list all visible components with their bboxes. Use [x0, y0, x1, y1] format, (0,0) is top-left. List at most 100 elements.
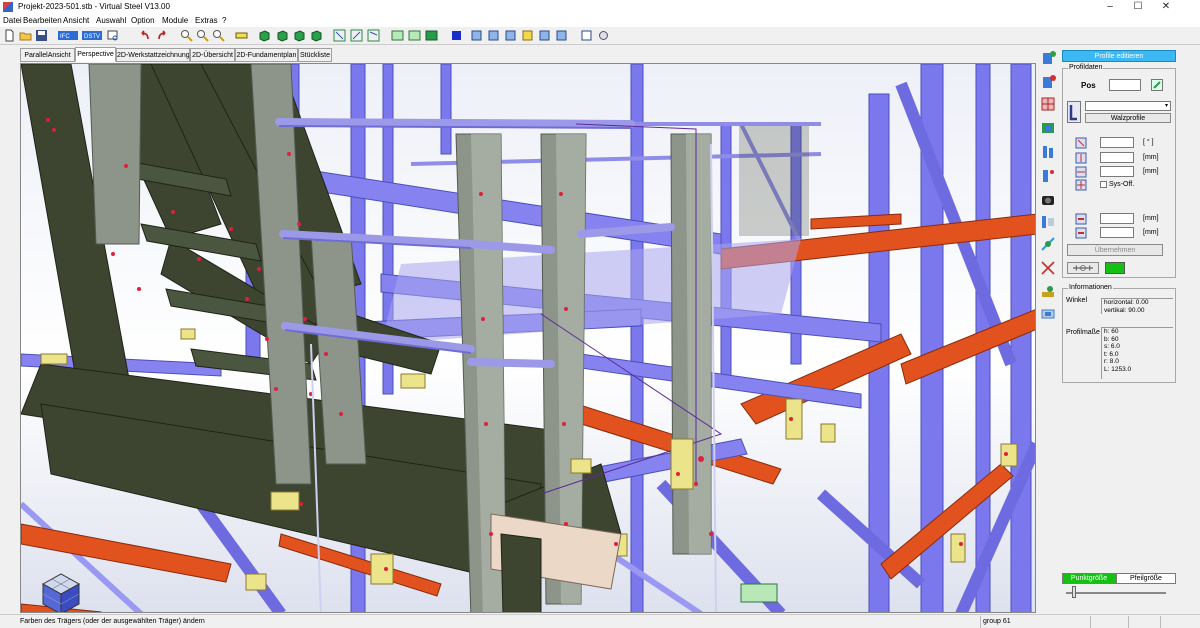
- save-icon[interactable]: [35, 29, 48, 42]
- color-icon[interactable]: [450, 29, 463, 42]
- view-side-icon[interactable]: [350, 29, 363, 42]
- tab-workshop-drawing[interactable]: 2D-Werkstattzeichnung: [116, 48, 190, 62]
- offset-y-icon: [1075, 152, 1087, 164]
- window-3-icon[interactable]: [425, 29, 438, 42]
- sys-off-checkbox[interactable]: [1100, 181, 1107, 188]
- tab-perspective[interactable]: Perspective: [75, 47, 116, 62]
- profile-select[interactable]: ▾: [1085, 101, 1171, 111]
- sys-offset-icon: [1075, 179, 1087, 191]
- 3d-viewport[interactable]: [20, 63, 1036, 613]
- menu-option[interactable]: Option: [131, 16, 155, 25]
- window-1-icon[interactable]: [391, 29, 404, 42]
- layer-icon[interactable]: [1040, 306, 1056, 322]
- rotation-input[interactable]: [1100, 137, 1134, 148]
- tool-1-icon[interactable]: [470, 29, 483, 42]
- menu-extras[interactable]: Extras: [195, 16, 218, 25]
- tab-foundation-plan[interactable]: 2D-Fundamentplan: [235, 48, 298, 62]
- tool-2-icon[interactable]: [487, 29, 500, 42]
- tab-point-size[interactable]: Punktgröße: [1062, 573, 1116, 584]
- chevron-down-icon: ▾: [1164, 103, 1168, 109]
- import-icon[interactable]: IFC: [58, 29, 78, 42]
- unit-mm-label-3: [mm]: [1143, 215, 1159, 222]
- tab-parallel-view[interactable]: ParallelAnsicht: [20, 48, 75, 62]
- maximize-button[interactable]: ☐: [1125, 0, 1151, 14]
- profile-edit-icon[interactable]: [1040, 74, 1056, 90]
- profile-data-label: Profildaten: [1068, 64, 1104, 71]
- steel-model-render[interactable]: [21, 64, 1036, 613]
- tool-7-icon[interactable]: [580, 29, 593, 42]
- status-divider: [1128, 616, 1129, 628]
- profile-data-group: Profildaten Pos ▾ Walzprofile [ ° ] [mm]…: [1062, 64, 1176, 278]
- edit-profile-button[interactable]: Profile editieren: [1062, 50, 1176, 62]
- status-message: Farben des Trägers (oder der ausgewählte…: [20, 618, 205, 625]
- cut-start-input[interactable]: [1100, 213, 1134, 224]
- view-front-icon[interactable]: [333, 29, 346, 42]
- tab-parts-list[interactable]: Stückliste: [298, 48, 332, 62]
- cut-start-icon: [1075, 213, 1087, 225]
- view-iso-1-icon[interactable]: [258, 29, 271, 42]
- rolled-profiles-button[interactable]: Walzprofile: [1085, 113, 1171, 123]
- column-icon[interactable]: [1040, 144, 1056, 160]
- view-iso-4-icon[interactable]: [310, 29, 323, 42]
- angle-label: Winkel: [1066, 297, 1088, 304]
- window-2-icon[interactable]: [408, 29, 421, 42]
- zoom-fit-icon[interactable]: [212, 29, 225, 42]
- menu-datei[interactable]: Datei: [3, 16, 22, 25]
- section-icon[interactable]: [1040, 214, 1056, 230]
- offset-z-input[interactable]: [1100, 166, 1134, 177]
- frame-icon[interactable]: [235, 29, 248, 42]
- menu-ansicht[interactable]: Ansicht: [63, 16, 89, 25]
- export-icon[interactable]: DSTV: [82, 29, 102, 42]
- zoom-out-icon[interactable]: [196, 29, 209, 42]
- open-folder-icon[interactable]: [19, 29, 32, 42]
- title-bar: Projekt-2023-501.stb - Virtual Steel V13…: [0, 0, 1200, 14]
- view-iso-3-icon[interactable]: [293, 29, 306, 42]
- redo-icon[interactable]: [156, 29, 169, 42]
- unit-degree-label: [ ° ]: [1143, 139, 1154, 146]
- information-label: Informationen: [1068, 284, 1113, 291]
- tool-4-icon[interactable]: [521, 29, 534, 42]
- profile-type-icon[interactable]: [1067, 101, 1081, 123]
- color-swatch[interactable]: [1105, 262, 1125, 274]
- offset-y-input[interactable]: [1100, 152, 1134, 163]
- tab-arrow-size[interactable]: Pfeilgröße: [1116, 573, 1176, 584]
- weld-icon[interactable]: [1040, 284, 1056, 300]
- tool-6-icon[interactable]: [555, 29, 568, 42]
- view-top-icon[interactable]: [367, 29, 380, 42]
- menu-module[interactable]: Module: [162, 16, 188, 25]
- angle-values: horizontal: 0.00 vertikal: 90.00: [1101, 298, 1173, 314]
- tab-overview[interactable]: 2D-Übersicht: [190, 48, 235, 62]
- brace-icon[interactable]: [1040, 168, 1056, 184]
- view-iso-2-icon[interactable]: [276, 29, 289, 42]
- menu-help[interactable]: ?: [222, 16, 226, 25]
- grid-icon[interactable]: [1040, 96, 1056, 112]
- color-picker-button[interactable]: [1067, 262, 1099, 274]
- connection-icon[interactable]: [1040, 236, 1056, 252]
- profile-dimensions-values: h: 60 b: 60 s: 6.0 t: 6.0 r: 8.0 L: 1253…: [1101, 327, 1173, 379]
- undo-icon[interactable]: [138, 29, 151, 42]
- size-slider-track: [1066, 592, 1166, 594]
- property-panel: Profile editieren Profildaten Pos ▾ Walz…: [1060, 48, 1178, 613]
- minimize-button[interactable]: –: [1097, 0, 1123, 14]
- close-button[interactable]: ✕: [1153, 0, 1179, 14]
- tool-3-icon[interactable]: [504, 29, 517, 42]
- camera-icon[interactable]: [1040, 192, 1056, 208]
- beam-icon[interactable]: [1040, 120, 1056, 136]
- zoom-in-icon[interactable]: [180, 29, 193, 42]
- menu-auswahl[interactable]: Auswahl: [96, 16, 126, 25]
- status-divider: [1160, 616, 1161, 628]
- menu-bearbeiten[interactable]: Bearbeiten: [23, 16, 62, 25]
- new-file-icon[interactable]: [3, 29, 16, 42]
- cut-end-input[interactable]: [1100, 227, 1134, 238]
- profile-add-icon[interactable]: [1040, 50, 1056, 66]
- pick-icon[interactable]: [1151, 79, 1163, 91]
- tool-5-icon[interactable]: [538, 29, 551, 42]
- offset-z-icon: [1075, 166, 1087, 178]
- pos-input[interactable]: [1109, 79, 1141, 91]
- print-preview-icon[interactable]: [106, 29, 119, 42]
- tool-8-icon[interactable]: [597, 29, 610, 42]
- size-slider-thumb[interactable]: [1072, 586, 1076, 598]
- svg-text:IFC: IFC: [60, 34, 70, 40]
- cut-icon[interactable]: [1040, 260, 1056, 276]
- apply-button[interactable]: Übernehmen: [1067, 244, 1163, 256]
